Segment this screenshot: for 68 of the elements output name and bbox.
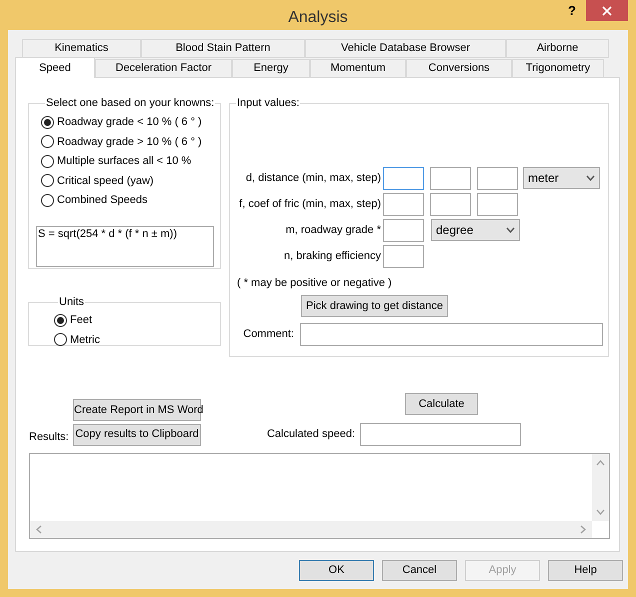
note-text: ( * may be positive or negative ) — [236, 276, 393, 290]
chevron-down-icon — [506, 227, 515, 233]
tab[interactable]: Speed — [15, 57, 95, 78]
radio-button[interactable] — [54, 314, 67, 327]
help-button[interactable]: ? — [560, 0, 584, 22]
report-button[interactable]: Create Report in MS Word — [73, 399, 201, 421]
input-field[interactable] — [383, 192, 424, 216]
copy-results-button[interactable]: Copy results to Clipboard — [73, 424, 201, 446]
input-field[interactable] — [430, 192, 471, 216]
radio-label[interactable]: Roadway grade > 10 % ( 6 ° ) — [57, 134, 202, 150]
group-title: Units — [58, 295, 86, 310]
input-field[interactable] — [383, 244, 424, 268]
pick-drawing-button[interactable]: Pick drawing to get distance — [301, 295, 448, 317]
speed-field[interactable] — [360, 423, 521, 446]
radio-button[interactable] — [41, 154, 54, 168]
comment-field[interactable] — [300, 323, 603, 346]
tab[interactable]: Conversions — [406, 59, 512, 78]
tab[interactable]: Airborne — [506, 39, 609, 58]
tab[interactable]: Blood Stain Pattern — [141, 39, 305, 58]
chevron-down-icon — [586, 175, 595, 181]
close-button[interactable] — [586, 0, 628, 21]
input-field[interactable] — [430, 166, 471, 190]
horizontal-scrollbar[interactable] — [30, 521, 592, 538]
dialog-button[interactable]: OK — [299, 560, 374, 581]
radio-button[interactable] — [41, 135, 54, 148]
field-label: n, braking efficiency — [282, 248, 382, 264]
group-title: Input values: — [236, 96, 300, 111]
tab[interactable]: Trigonometry — [512, 59, 604, 78]
input-field[interactable] — [477, 166, 518, 190]
vertical-scrollbar[interactable] — [592, 454, 609, 521]
results-field[interactable] — [29, 453, 610, 539]
tab[interactable]: Vehicle Database Browser — [305, 39, 506, 58]
input-field[interactable] — [477, 192, 518, 216]
dialog-button[interactable]: Cancel — [382, 560, 457, 581]
radio-button[interactable] — [41, 174, 54, 188]
formula-field[interactable]: S = sqrt(254 * d * (f * n ± m)) — [36, 226, 214, 267]
unit-dropdown[interactable]: degree — [431, 219, 520, 241]
tab[interactable]: Energy — [232, 59, 310, 78]
results-label: Results: — [29, 430, 70, 446]
input-field[interactable] — [383, 218, 424, 242]
unit-dropdown[interactable]: meter — [523, 167, 600, 189]
tab[interactable]: Kinematics — [22, 39, 141, 58]
scroll-right-icon[interactable] — [580, 525, 586, 534]
radio-label[interactable]: Metric — [70, 332, 100, 348]
radio-button[interactable] — [54, 333, 67, 346]
radio-label[interactable]: Combined Speeds — [57, 192, 148, 208]
window-title: Analysis — [287, 8, 349, 28]
field-label: f, coef of fric (min, max, step) — [238, 196, 382, 212]
field-label: m, roadway grade * — [284, 222, 382, 238]
field-label: d, distance (min, max, step) — [244, 170, 382, 186]
radio-label[interactable]: Critical speed (yaw) — [57, 172, 154, 189]
radio-button[interactable] — [41, 116, 54, 129]
radio-label[interactable]: Roadway grade < 10 % ( 6 ° ) — [57, 114, 202, 130]
input-field[interactable] — [383, 166, 424, 190]
speed-label: Calculated speed: — [266, 427, 355, 442]
group-title: Select one based on your knowns: — [45, 96, 216, 111]
scroll-up-icon[interactable] — [596, 460, 605, 466]
scroll-down-icon[interactable] — [596, 509, 605, 515]
tab[interactable]: Momentum — [310, 59, 406, 78]
comment-label: Comment: — [242, 327, 295, 342]
scroll-left-icon[interactable] — [36, 525, 42, 534]
radio-label[interactable]: Multiple surfaces all < 10 % — [57, 153, 192, 170]
calculate-button[interactable]: Calculate — [405, 393, 478, 415]
dialog-button[interactable]: Help — [548, 560, 623, 581]
radio-button[interactable] — [41, 194, 54, 207]
radio-label[interactable]: Feet — [70, 312, 92, 328]
close-icon — [602, 6, 612, 16]
tab[interactable]: Deceleration Factor — [95, 59, 232, 78]
